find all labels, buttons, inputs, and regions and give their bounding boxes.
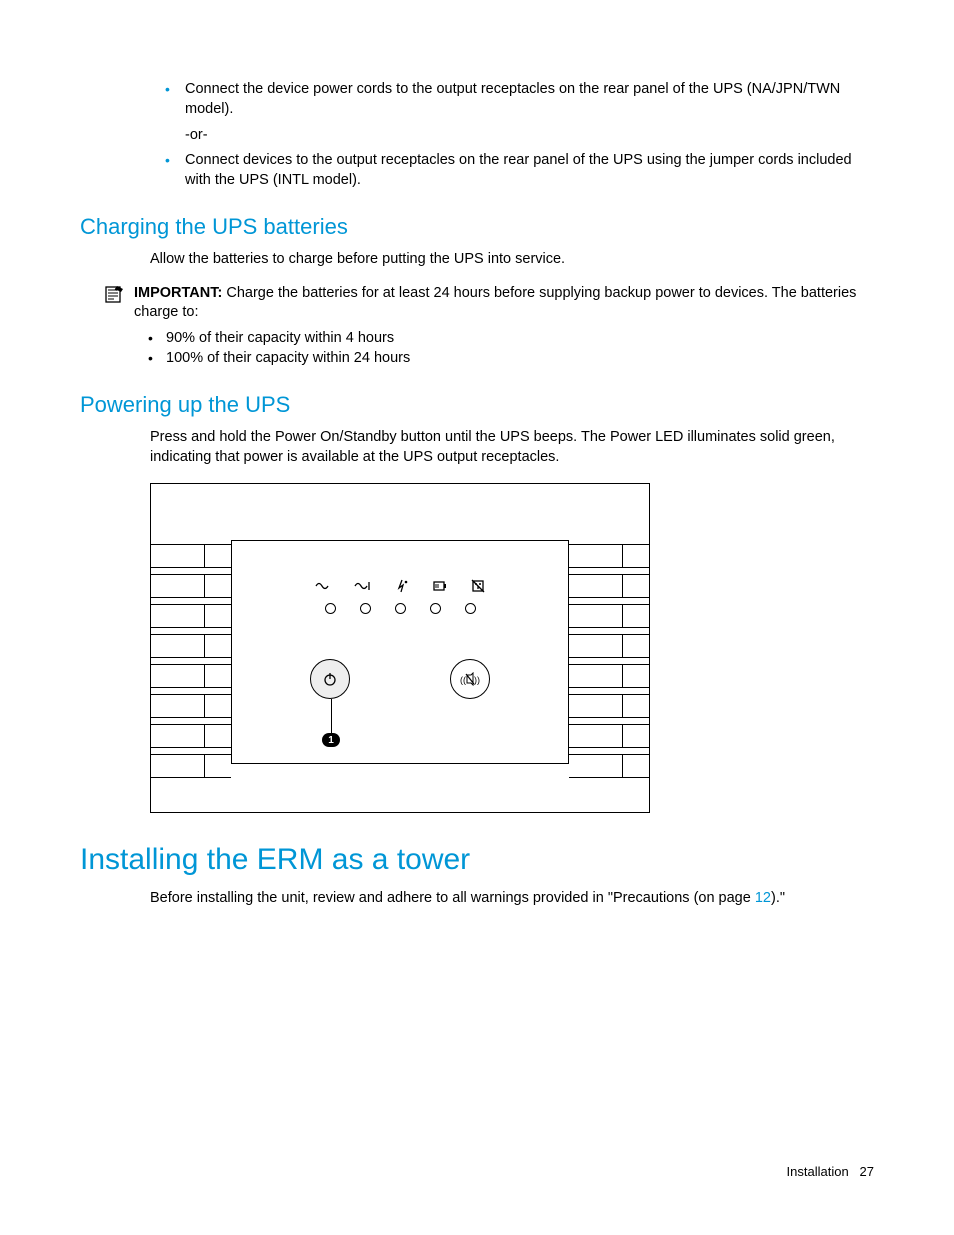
important-text-wrap: IMPORTANT: Charge the batteries for at l…: [134, 284, 874, 323]
page-link[interactable]: 12: [755, 890, 771, 906]
led-indicator: [325, 603, 336, 614]
svg-text:)): )): [474, 675, 480, 685]
utility-icon: [315, 579, 330, 596]
powering-body: Press and hold the Power On/Standby butt…: [150, 428, 874, 467]
sub-bullet-item: 100% of their capacity within 24 hours: [148, 349, 874, 369]
bullet-text: Connect the device power cords to the ou…: [185, 81, 840, 117]
page-footer: Installation 27: [787, 1164, 874, 1179]
led-indicator: [360, 603, 371, 614]
charging-body: Allow the batteries to charge before put…: [150, 250, 874, 270]
callout-number: 1: [322, 733, 340, 747]
button-row: (()): [232, 659, 568, 699]
sub-bullet-item: 90% of their capacity within 4 hours: [148, 329, 874, 349]
alarm-silence-button: (()): [450, 659, 490, 699]
site-wiring-fault-icon: [471, 579, 485, 596]
important-body: Charge the batteries for at least 24 hou…: [134, 285, 856, 321]
led-indicator: [430, 603, 441, 614]
bullet-text: Connect devices to the output receptacle…: [185, 152, 852, 188]
installing-body-pre: Before installing the unit, review and a…: [150, 890, 755, 906]
note-icon: [104, 284, 126, 311]
footer-section: Installation: [787, 1164, 849, 1179]
or-separator: -or-: [185, 127, 874, 143]
power-button: [310, 659, 350, 699]
installing-body: Before installing the unit, review and a…: [150, 889, 874, 909]
overload-icon: [395, 579, 409, 596]
led-row: [232, 603, 568, 614]
footer-page: 27: [860, 1164, 874, 1179]
intro-bullets-2: Connect devices to the output receptacle…: [165, 151, 874, 190]
svg-text:((: ((: [460, 675, 466, 685]
heading-charging: Charging the UPS batteries: [80, 214, 874, 240]
callout-leader: [331, 699, 332, 733]
ups-front-panel-figure: (()) 1: [150, 483, 650, 813]
intro-bullets: Connect the device power cords to the ou…: [165, 80, 874, 119]
heading-installing-erm: Installing the ERM as a tower: [80, 843, 874, 877]
front-panel: (()) 1: [231, 540, 569, 764]
important-label: IMPORTANT:: [134, 285, 222, 301]
installing-body-post: ).": [771, 890, 785, 906]
vent-rows-right: [569, 544, 649, 782]
led-indicator: [395, 603, 406, 614]
battery-mode-icon: [354, 579, 371, 596]
status-icon-row: [232, 579, 568, 596]
bullet-item: Connect the device power cords to the ou…: [165, 80, 874, 119]
important-note: IMPORTANT: Charge the batteries for at l…: [104, 284, 874, 323]
vent-rows-left: [151, 544, 231, 782]
charging-sub-bullets: 90% of their capacity within 4 hours 100…: [148, 329, 874, 368]
battery-status-icon: [433, 579, 447, 596]
bullet-item: Connect devices to the output receptacle…: [165, 151, 874, 190]
heading-powering: Powering up the UPS: [80, 392, 874, 418]
led-indicator: [465, 603, 476, 614]
